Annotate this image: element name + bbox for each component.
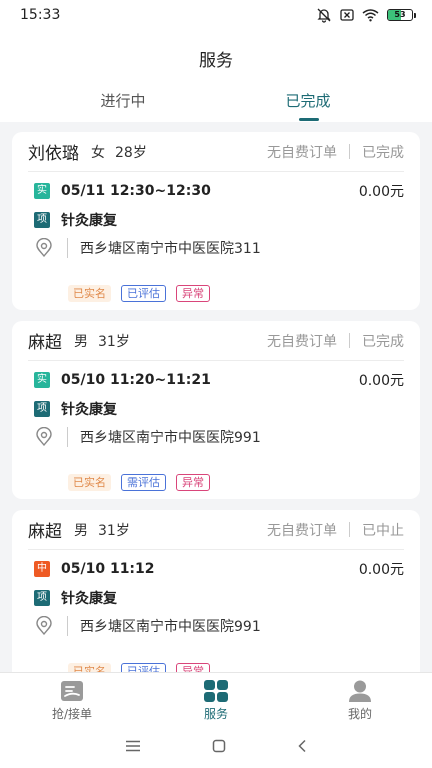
service-address: 西乡塘区南宁市中医医院991 — [80, 430, 261, 446]
fee-status: 无自费订单 — [267, 522, 337, 539]
tag-verified: 已实名 — [68, 663, 111, 672]
divider — [67, 427, 68, 447]
nav-label: 我的 — [347, 707, 372, 721]
order-amount: 0.00元 — [358, 373, 404, 389]
tab-active-indicator — [299, 118, 319, 121]
status-time: 15:33 — [20, 7, 61, 23]
status-icons: 53 — [316, 7, 416, 23]
service-grid-icon — [204, 680, 228, 702]
bottom-nav: 抢/接单 服务 我的 — [0, 672, 432, 724]
order-card-header: 麻超 男 31岁 无自费订单 已完成 — [28, 321, 404, 361]
patient-gender: 男 — [74, 333, 88, 350]
order-tags: 已实名 已评估 异常 — [68, 285, 210, 302]
order-card-header: 麻超 男 31岁 无自费订单 已中止 — [28, 510, 404, 550]
back-icon[interactable] — [297, 739, 307, 753]
tag-abnormal: 异常 — [176, 663, 210, 672]
service-time: 05/10 11:20~11:21 — [61, 372, 211, 388]
divider — [349, 144, 350, 159]
address-row: 西乡塘区南宁市中医医院991 — [34, 427, 404, 447]
service-item: 针灸康复 — [61, 402, 117, 418]
nav-label: 服务 — [203, 707, 228, 721]
profile-icon — [349, 680, 371, 702]
tab-completed[interactable]: 已完成 — [258, 90, 358, 111]
battery-icon: 53 — [387, 9, 416, 21]
nav-service[interactable]: 服务 — [144, 673, 288, 724]
item-badge: 项 — [34, 401, 50, 417]
wifi-icon — [362, 9, 379, 22]
item-row: 项 针灸康复 — [34, 399, 404, 419]
order-tags: 已实名 需评估 异常 — [68, 474, 210, 491]
patient-name: 麻超 — [28, 333, 62, 353]
tag-assessment: 已评估 — [121, 663, 166, 672]
tag-assessment: 已评估 — [121, 285, 166, 302]
service-item: 针灸康复 — [61, 213, 117, 229]
service-time: 05/11 12:30~12:30 — [61, 183, 211, 199]
patient-name: 麻超 — [28, 522, 62, 542]
location-pin-icon — [36, 238, 52, 258]
home-icon[interactable] — [212, 739, 226, 753]
order-status: 已完成 — [362, 144, 404, 161]
tag-abnormal: 异常 — [176, 474, 210, 491]
location-pin-icon — [36, 616, 52, 636]
item-row: 项 针灸康复 — [34, 588, 404, 608]
patient-age: 31岁 — [98, 333, 130, 350]
order-type-badge: 中 — [34, 561, 50, 577]
divider — [349, 333, 350, 348]
sim-x-icon — [340, 9, 354, 21]
order-card-header: 刘依璐 女 28岁 无自费订单 已完成 — [28, 132, 404, 172]
patient-gender: 男 — [74, 522, 88, 539]
status-bar: 15:33 53 — [0, 0, 432, 30]
divider — [67, 616, 68, 636]
item-row: 项 针灸康复 — [34, 210, 404, 230]
address-row: 西乡塘区南宁市中医医院311 — [34, 238, 404, 258]
patient-gender: 女 — [91, 144, 105, 161]
divider — [349, 522, 350, 537]
order-type-badge: 实 — [34, 372, 50, 388]
page-title: 服务 — [199, 51, 233, 71]
time-row: 中 05/10 11:12 0.00元 — [34, 559, 404, 579]
patient-age: 31岁 — [98, 522, 130, 539]
header: 服务 进行中 已完成 — [0, 30, 432, 122]
item-badge: 项 — [34, 212, 50, 228]
order-card[interactable]: 刘依璐 女 28岁 无自费订单 已完成 实 05/11 12:30~12:30 … — [12, 132, 420, 310]
order-status: 已完成 — [362, 333, 404, 350]
tag-verified: 已实名 — [68, 285, 111, 302]
service-item: 针灸康复 — [61, 591, 117, 607]
time-row: 实 05/10 11:20~11:21 0.00元 — [34, 370, 404, 390]
item-badge: 项 — [34, 590, 50, 606]
tag-assessment: 需评估 — [121, 474, 166, 491]
service-address: 西乡塘区南宁市中医医院311 — [80, 241, 261, 257]
patient-age: 28岁 — [115, 144, 147, 161]
fee-status: 无自费订单 — [267, 333, 337, 350]
tab-in-progress[interactable]: 进行中 — [73, 90, 173, 111]
location-pin-icon — [36, 427, 52, 447]
battery-level: 53 — [394, 10, 406, 19]
order-amount: 0.00元 — [358, 562, 404, 578]
service-time: 05/10 11:12 — [61, 561, 155, 577]
order-status: 已中止 — [362, 522, 404, 539]
address-row: 西乡塘区南宁市中医医院991 — [34, 616, 404, 636]
order-type-badge: 实 — [34, 183, 50, 199]
patient-name: 刘依璐 — [28, 144, 79, 164]
nav-label: 抢/接单 — [51, 707, 93, 721]
system-nav-bar — [0, 724, 432, 768]
order-card[interactable]: 麻超 男 31岁 无自费订单 已完成 实 05/10 11:20~11:21 0… — [12, 321, 420, 499]
divider — [67, 238, 68, 258]
service-address: 西乡塘区南宁市中医医院991 — [80, 619, 261, 635]
grab-order-icon — [61, 681, 83, 701]
order-card[interactable]: 麻超 男 31岁 无自费订单 已中止 中 05/10 11:12 0.00元 项… — [12, 510, 420, 672]
order-list[interactable]: 刘依璐 女 28岁 无自费订单 已完成 实 05/11 12:30~12:30 … — [0, 122, 432, 672]
order-tags: 已实名 已评估 异常 — [68, 663, 210, 672]
menu-icon[interactable] — [125, 740, 141, 752]
tag-verified: 已实名 — [68, 474, 111, 491]
bell-mute-icon — [317, 8, 331, 23]
time-row: 实 05/11 12:30~12:30 0.00元 — [34, 181, 404, 201]
order-amount: 0.00元 — [358, 184, 404, 200]
nav-profile[interactable]: 我的 — [288, 673, 432, 724]
fee-status: 无自费订单 — [267, 144, 337, 161]
nav-grab-order[interactable]: 抢/接单 — [0, 673, 144, 724]
tag-abnormal: 异常 — [176, 285, 210, 302]
